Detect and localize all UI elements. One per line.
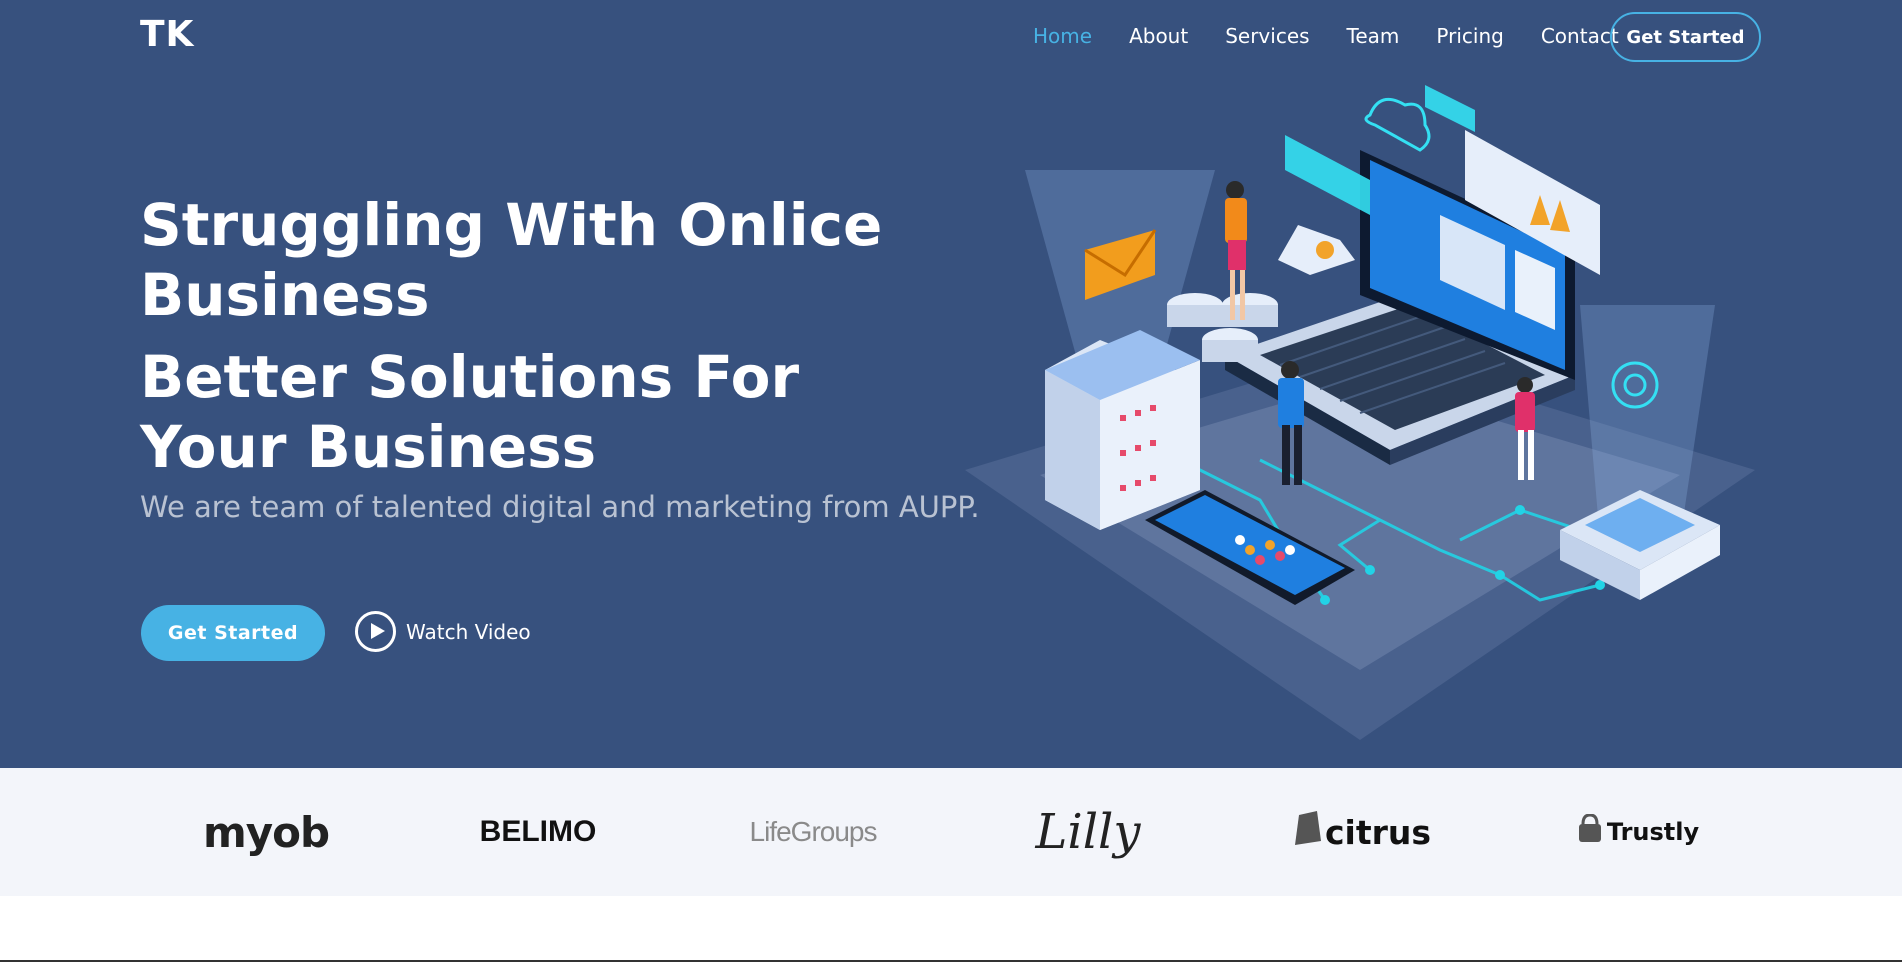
get-started-button[interactable]: Get Started (141, 605, 325, 661)
trustly-label: Trustly (1606, 818, 1700, 846)
hero-subtitle: We are team of talented digital and mark… (140, 490, 980, 524)
header-get-started-button[interactable]: Get Started (1610, 12, 1761, 62)
hero-title-2: Better Solutions For Your Business (140, 343, 800, 481)
watch-video-button[interactable]: Watch Video (355, 611, 531, 652)
nav-team[interactable]: Team (1347, 24, 1400, 48)
watch-video-label: Watch Video (406, 619, 531, 644)
citrus-mark-icon (1294, 811, 1321, 853)
client-logo-belimo: BELIMO (479, 815, 597, 848)
play-circle-icon[interactable] (355, 611, 396, 652)
client-logo-lifegroups: LifeGroups (749, 816, 878, 847)
client-logo-trustly: Trustly (1558, 768, 1718, 896)
nav-contact[interactable]: Contact (1541, 24, 1619, 48)
nav-about[interactable]: About (1129, 24, 1188, 48)
isometric-tech-illustration (965, 85, 1755, 740)
client-logo-lilly: Lilly (1035, 804, 1141, 860)
nav-services[interactable]: Services (1225, 24, 1309, 48)
hero-title-1: Struggling With Onlice Business (140, 191, 883, 329)
hero-section: TK Home About Services Team Pricing Cont… (0, 0, 1902, 768)
nav-home[interactable]: Home (1033, 24, 1092, 48)
client-logo-myob: myob (202, 807, 330, 857)
site-logo[interactable]: TK (140, 14, 194, 55)
client-logo-citrus: citrus (1283, 768, 1443, 896)
cart-icon (1577, 813, 1603, 850)
citrus-label: citrus (1324, 812, 1432, 852)
clients-strip: myob BELIMO LifeGroups Lilly citrus Trus… (0, 768, 1902, 896)
nav-pricing[interactable]: Pricing (1436, 24, 1503, 48)
main-nav: Home About Services Team Pricing Contact (1033, 24, 1656, 48)
